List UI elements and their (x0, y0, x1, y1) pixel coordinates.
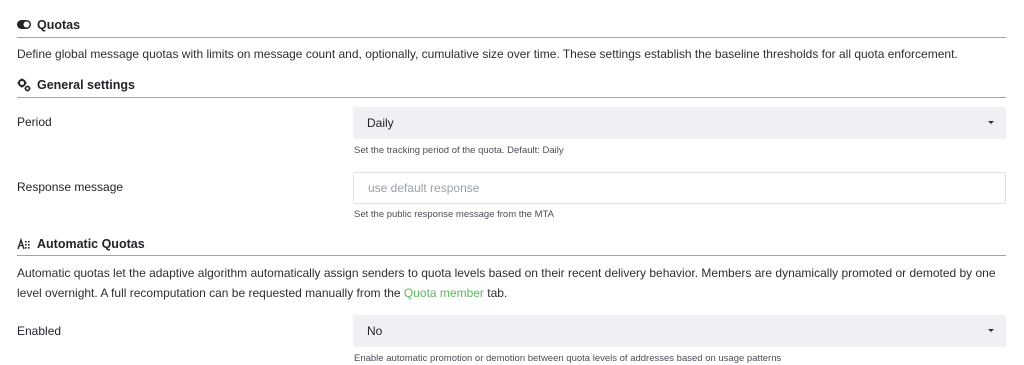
automatic-description-text-2: tab. (483, 286, 508, 300)
general-settings-header: General settings (17, 73, 1006, 98)
period-select-value: Daily (367, 116, 394, 130)
response-message-label: Response message (17, 180, 124, 194)
response-message-help: Set the public response message from the… (354, 209, 554, 220)
quota-member-link[interactable]: Quota member (404, 286, 484, 300)
caret-down-icon (988, 329, 994, 332)
automatic-quotas-header: Automatic Quotas (17, 232, 1006, 256)
enabled-select-value: No (367, 324, 383, 338)
period-help: Set the tracking period of the quota. De… (354, 145, 564, 156)
auto-icon (17, 237, 31, 250)
period-label: Period (17, 115, 52, 129)
automatic-quotas-title: Automatic Quotas (37, 236, 145, 251)
toggle-icon (17, 20, 31, 29)
quotas-description: Define global message quotas with limits… (17, 47, 958, 61)
general-settings-title: General settings (37, 78, 135, 92)
gears-icon (17, 78, 31, 92)
period-select[interactable]: Daily (353, 107, 1006, 139)
quotas-section-header: Quotas (17, 12, 1006, 38)
enabled-label: Enabled (17, 324, 62, 338)
quotas-section-title: Quotas (37, 17, 81, 32)
automatic-quotas-description: Automatic quotas let the adaptive algori… (17, 263, 1007, 303)
caret-down-icon (988, 121, 994, 124)
response-message-input[interactable] (353, 172, 1006, 204)
enabled-help: Enable automatic promotion or demotion b… (354, 353, 782, 364)
enabled-select[interactable]: No (353, 315, 1006, 347)
quota-settings-page: Quotas Define global message quotas with… (0, 0, 1024, 365)
